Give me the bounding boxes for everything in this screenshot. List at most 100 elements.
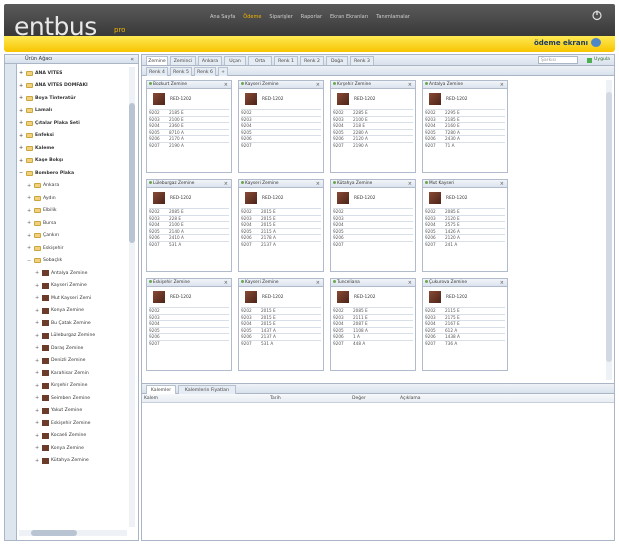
expand-toggle-icon[interactable]: + [27, 245, 32, 251]
left-panel-strip[interactable] [5, 64, 17, 540]
product-card[interactable]: Eskişehir Zemine × RED-1202 9202 9203 9204 920… [146, 278, 232, 371]
nav-item-1[interactable]: Ödeme [243, 14, 261, 20]
collapse-toggle-icon[interactable]: − [19, 170, 24, 176]
tree-item[interactable]: + Çıtalar Plaka Seti [19, 117, 129, 130]
tab-row2-0[interactable]: Renk 4 [146, 67, 168, 76]
expand-toggle-icon[interactable]: + [19, 145, 24, 151]
expand-toggle-icon[interactable]: + [35, 345, 40, 351]
tab-4[interactable]: Orta [248, 56, 272, 65]
expand-toggle-icon[interactable]: + [35, 370, 40, 376]
card-product[interactable]: RED-1202 [423, 89, 507, 109]
tab-8[interactable]: Renk 3 [350, 56, 374, 65]
close-icon[interactable]: × [224, 180, 228, 187]
tree-item[interactable]: + Kocaeli Zemine [19, 430, 129, 443]
expand-toggle-icon[interactable]: + [35, 408, 40, 414]
column-header[interactable]: Değer [352, 394, 366, 403]
tree-item[interactable]: + Lüleburgaz Zemine [19, 330, 129, 343]
column-header[interactable]: Açıklama [400, 394, 420, 403]
expand-toggle-icon[interactable]: + [35, 333, 40, 339]
product-card[interactable]: Mut Kayseri × RED-1202 9202 2085 E 9203 2120 E… [422, 179, 508, 272]
close-icon[interactable]: × [408, 279, 412, 286]
tree-vertical-scrollbar[interactable] [129, 67, 135, 527]
card-product[interactable]: RED-1202 [147, 287, 231, 307]
tab-row2-3[interactable]: + [218, 67, 228, 76]
tree-item[interactable]: + Bursa [19, 217, 129, 230]
tab-5[interactable]: Renk 1 [274, 56, 298, 65]
tab-1[interactable]: Zeminci [170, 56, 196, 65]
expand-toggle-icon[interactable]: + [27, 233, 32, 239]
tree-item[interactable]: + Çankırı [19, 230, 129, 243]
tree-item[interactable]: + Elbilik [19, 205, 129, 218]
bottom-tab-1[interactable]: Kalemlerin Fiyatları [178, 385, 236, 394]
tree-item[interactable]: + Karahisar Zemin [19, 367, 129, 380]
product-card[interactable]: Kütahya Zemine × RED-1202 9202 9203 9204 9205 9… [330, 179, 416, 272]
card-product[interactable]: RED-1202 [147, 188, 231, 208]
product-card[interactable]: Lüleburgaz Zemine × RED-1202 9202 2085 E 9203… [146, 179, 232, 272]
expand-toggle-icon[interactable]: + [19, 120, 24, 126]
card-product[interactable]: RED-1202 [147, 89, 231, 109]
tab-row2-1[interactable]: Renk 5 [170, 67, 192, 76]
column-header[interactable]: Tarih [270, 394, 281, 403]
tree-item[interactable]: + Mut Kayseri Zemi [19, 292, 129, 305]
column-header[interactable]: Kalem [144, 394, 158, 403]
product-card[interactable]: Kayseri Zemine × RED-1202 9202 2015 E 9203 201… [238, 278, 324, 371]
close-icon[interactable]: × [224, 81, 228, 88]
tree-item[interactable]: − Bombero Plaka [19, 167, 129, 180]
tree-item[interactable]: + Eskişehir [19, 242, 129, 255]
expand-toggle-icon[interactable]: + [35, 283, 40, 289]
close-icon[interactable]: × [500, 180, 504, 187]
expand-toggle-icon[interactable]: + [27, 195, 32, 201]
nav-item-3[interactable]: Raporlar [301, 14, 322, 20]
tree-item[interactable]: − Sobaçlık [19, 255, 129, 268]
tab-2[interactable]: Ankara [198, 56, 222, 65]
close-icon[interactable]: × [316, 81, 320, 88]
close-icon[interactable]: × [500, 279, 504, 286]
expand-toggle-icon[interactable]: + [19, 133, 24, 139]
card-product[interactable]: RED-1202 [239, 89, 323, 109]
tree-item[interactable]: + ANA VİTES [19, 67, 129, 80]
close-icon[interactable]: × [224, 279, 228, 286]
tree-item[interactable]: + Yakut Zemine [19, 405, 129, 418]
tree-item[interactable]: + Kaleme [19, 142, 129, 155]
expand-toggle-icon[interactable]: + [35, 308, 40, 314]
close-icon[interactable]: × [316, 180, 320, 187]
tree-item[interactable]: + Daraş Zemine [19, 342, 129, 355]
power-icon[interactable] [591, 9, 603, 21]
product-card[interactable]: Kayseri Zemine × RED-1202 9202 2015 E 9203 201… [238, 179, 324, 272]
scroll-thumb[interactable] [31, 530, 77, 536]
expand-toggle-icon[interactable]: + [35, 445, 40, 451]
tree-item[interactable]: + Boya Tinteratür [19, 92, 129, 105]
tree-item[interactable]: + Seimben Zemine [19, 392, 129, 405]
tree-item[interactable]: + Kaşe Bokşı [19, 155, 129, 168]
collapse-icon[interactable]: « [130, 55, 134, 64]
account-label[interactable]: ödeme ekranı [534, 38, 601, 47]
tree-item[interactable]: + Lamalı [19, 105, 129, 118]
tab-row2-2[interactable]: Renk 6 [194, 67, 216, 76]
expand-toggle-icon[interactable]: + [35, 420, 40, 426]
card-product[interactable]: RED-1202 [331, 89, 415, 109]
tab-7[interactable]: Doğa [326, 56, 348, 65]
tree-item[interactable]: + Konya Zemine [19, 442, 129, 455]
tree-item[interactable]: + Denizli Zemine [19, 355, 129, 368]
product-card[interactable]: Çukurova Zemine × RED-1202 9202 2115 E 9203 21… [422, 278, 508, 371]
apply-button[interactable]: Uygula [587, 56, 610, 64]
product-card[interactable]: Antalya Zemine × RED-1202 9202 2295 E 9203 218… [422, 80, 508, 173]
expand-toggle-icon[interactable]: + [35, 295, 40, 301]
expand-toggle-icon[interactable]: + [27, 208, 32, 214]
product-card[interactable]: Kırşehir Zemine × RED-1202 9202 2285 E 9203 21… [330, 80, 416, 173]
expand-toggle-icon[interactable]: + [27, 220, 32, 226]
close-icon[interactable]: × [316, 279, 320, 286]
expand-toggle-icon[interactable]: + [19, 158, 24, 164]
scroll-thumb[interactable] [129, 103, 135, 243]
bottom-tab-0[interactable]: Kalemler [146, 385, 176, 394]
tree-item[interactable]: + Antalya Zemine [19, 267, 129, 280]
collapse-toggle-icon[interactable]: − [27, 258, 32, 264]
tree-item[interactable]: + Konya Zemine [19, 305, 129, 318]
nav-item-5[interactable]: Tanımlamalar [376, 14, 410, 20]
expand-toggle-icon[interactable]: + [19, 70, 24, 76]
tree-item[interactable]: + Enfeksi [19, 130, 129, 143]
card-product[interactable]: RED-1202 [423, 287, 507, 307]
nav-item-0[interactable]: Ana Sayfa [210, 14, 235, 20]
expand-toggle-icon[interactable]: + [35, 358, 40, 364]
tree-item[interactable]: + Eskişehir Zemine [19, 417, 129, 430]
